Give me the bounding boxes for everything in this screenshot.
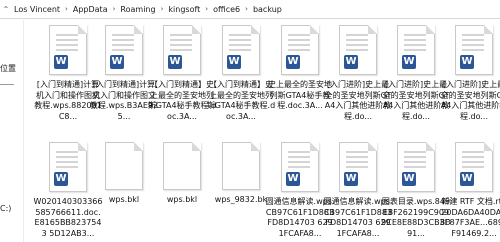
wps-writer-icon: W xyxy=(286,55,300,69)
page-fold-icon xyxy=(484,25,493,34)
breadcrumb-separator-icon[interactable]: › xyxy=(62,5,71,13)
page-fold-icon xyxy=(192,25,201,34)
wps-document-icon: W xyxy=(455,25,493,75)
document-lines-icon xyxy=(56,34,78,54)
document-lines-icon xyxy=(346,34,368,54)
document-lines-icon xyxy=(56,151,78,171)
wps-document-icon: W xyxy=(222,25,260,75)
breadcrumb-4[interactable]: office6 xyxy=(211,5,242,14)
wps-writer-icon: W xyxy=(54,172,68,186)
wps-document-icon: W xyxy=(281,25,319,75)
breadcrumb-separator-icon[interactable]: › xyxy=(242,5,251,13)
breadcrumb-3[interactable]: kingsoft xyxy=(166,5,202,14)
breadcrumb-separator-icon[interactable]: › xyxy=(202,5,211,13)
file-item[interactable]: W [入门进阶]史上最全的圣安地列斯GTA4入门其他进阶教程.do... xyxy=(438,25,500,122)
blank-file-icon xyxy=(163,142,201,190)
page-fold-icon xyxy=(192,142,201,151)
page-fold-icon xyxy=(78,25,87,34)
wps-writer-icon: W xyxy=(344,55,358,69)
page-fold-icon xyxy=(310,142,319,151)
page-fold-icon xyxy=(78,142,87,151)
wps-document-icon: W xyxy=(49,142,87,192)
file-name: 新建 RTF 文档.rtf.20DA6DA40DAB8F87F3AE...689… xyxy=(439,197,500,238)
breadcrumb-0[interactable]: Los Vincent xyxy=(12,5,62,14)
file-grid: W [入门到精通]计算机入门和操作图文教程.wps.882091C8... W [入门… xyxy=(28,20,500,242)
page-fold-icon xyxy=(310,25,319,34)
navigation-pane: 位置 C:) xyxy=(0,20,24,242)
page-fold-icon xyxy=(134,142,143,151)
breadcrumb-separator-icon[interactable]: › xyxy=(110,5,119,13)
document-lines-icon xyxy=(288,34,310,54)
page-fold-icon xyxy=(484,142,493,151)
wps-writer-icon: W xyxy=(54,55,68,69)
wps-writer-icon: W xyxy=(344,172,358,186)
document-lines-icon xyxy=(346,151,368,171)
wps-writer-icon: W xyxy=(402,172,416,186)
wps-document-icon: W xyxy=(339,25,377,75)
breadcrumb-1[interactable]: AppData xyxy=(71,5,110,14)
wps-writer-icon: W xyxy=(227,55,241,69)
page-fold-icon xyxy=(368,142,377,151)
document-lines-icon xyxy=(288,151,310,171)
wps-document-icon: W xyxy=(397,25,435,75)
file-name: [入门进阶]史上最全的圣安地列斯GTA4入门其他进阶教程.do... xyxy=(440,80,500,121)
wps-document-icon: W xyxy=(339,142,377,192)
document-lines-icon xyxy=(404,34,426,54)
wps-writer-icon: W xyxy=(460,172,474,186)
blank-file-icon xyxy=(105,142,143,190)
wps-document-icon: W xyxy=(397,142,435,192)
chevron-up-icon[interactable]: ⌃ xyxy=(0,5,12,14)
document-lines-icon xyxy=(229,34,251,54)
page-fold-icon xyxy=(426,25,435,34)
document-lines-icon xyxy=(112,34,134,54)
wps-document-icon: W xyxy=(49,25,87,75)
sidebar-divider xyxy=(0,84,14,85)
sidebar-item-location[interactable]: 位置 xyxy=(0,63,23,74)
page-fold-icon xyxy=(134,25,143,34)
blank-file-icon xyxy=(222,142,260,190)
wps-document-icon: W xyxy=(105,25,143,75)
sidebar-item-drive-c[interactable]: C:) xyxy=(0,204,23,213)
wps-writer-icon: W xyxy=(460,55,474,69)
wps-writer-icon: W xyxy=(110,55,124,69)
page-fold-icon xyxy=(368,25,377,34)
document-lines-icon xyxy=(462,34,484,54)
document-lines-icon xyxy=(170,34,192,54)
wps-document-icon: W xyxy=(163,25,201,75)
page-fold-icon xyxy=(251,25,260,34)
page-fold-icon xyxy=(426,142,435,151)
address-bar[interactable]: ⌃ Los Vincent › AppData › Roaming › king… xyxy=(0,0,500,19)
breadcrumb-separator-icon[interactable]: › xyxy=(158,5,167,13)
wps-writer-icon: W xyxy=(168,55,182,69)
breadcrumb-2[interactable]: Roaming xyxy=(118,5,157,14)
document-lines-icon xyxy=(404,151,426,171)
wps-document-icon: W xyxy=(455,142,493,192)
file-item[interactable]: W 新建 RTF 文档.rtf.20DA6DA40DAB8F87F3AE...68… xyxy=(438,142,500,239)
document-lines-icon xyxy=(462,151,484,171)
wps-writer-icon: W xyxy=(402,55,416,69)
breadcrumb-5[interactable]: backup xyxy=(251,5,284,14)
wps-document-icon: W xyxy=(281,142,319,192)
wps-writer-icon: W xyxy=(286,172,300,186)
page-fold-icon xyxy=(251,142,260,151)
